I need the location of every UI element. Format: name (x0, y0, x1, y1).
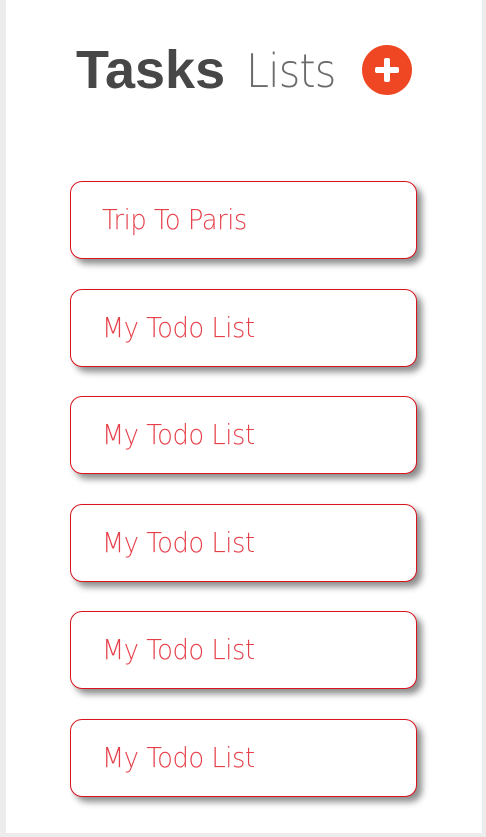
page-title-tasks: Tasks (76, 40, 226, 100)
list-item[interactable]: Trip To Paris (70, 181, 417, 259)
list-item[interactable]: My Todo List (70, 718, 417, 797)
list-item[interactable]: My Todo List (70, 503, 417, 582)
task-lists: Trip To Paris My Todo List My Todo List … (70, 181, 417, 826)
list-item-label: My Todo List (102, 633, 255, 666)
list-item-label: My Todo List (102, 525, 255, 559)
list-item-label: My Todo List (102, 418, 255, 451)
list-item-label: My Todo List (102, 310, 255, 344)
list-item[interactable]: My Todo List (70, 396, 417, 474)
page-header: Tasks Lists (6, 38, 482, 104)
list-item[interactable]: My Todo List (70, 611, 417, 689)
app-panel: Tasks Lists Trip To Paris My Todo List M… (6, 0, 482, 833)
list-item-label: Trip To Paris (102, 203, 247, 236)
page-title-lists: Lists (246, 44, 336, 98)
list-item[interactable]: My Todo List (70, 288, 417, 367)
plus-icon (384, 58, 390, 82)
add-list-button[interactable] (362, 45, 412, 95)
list-item-label: My Todo List (102, 740, 255, 774)
